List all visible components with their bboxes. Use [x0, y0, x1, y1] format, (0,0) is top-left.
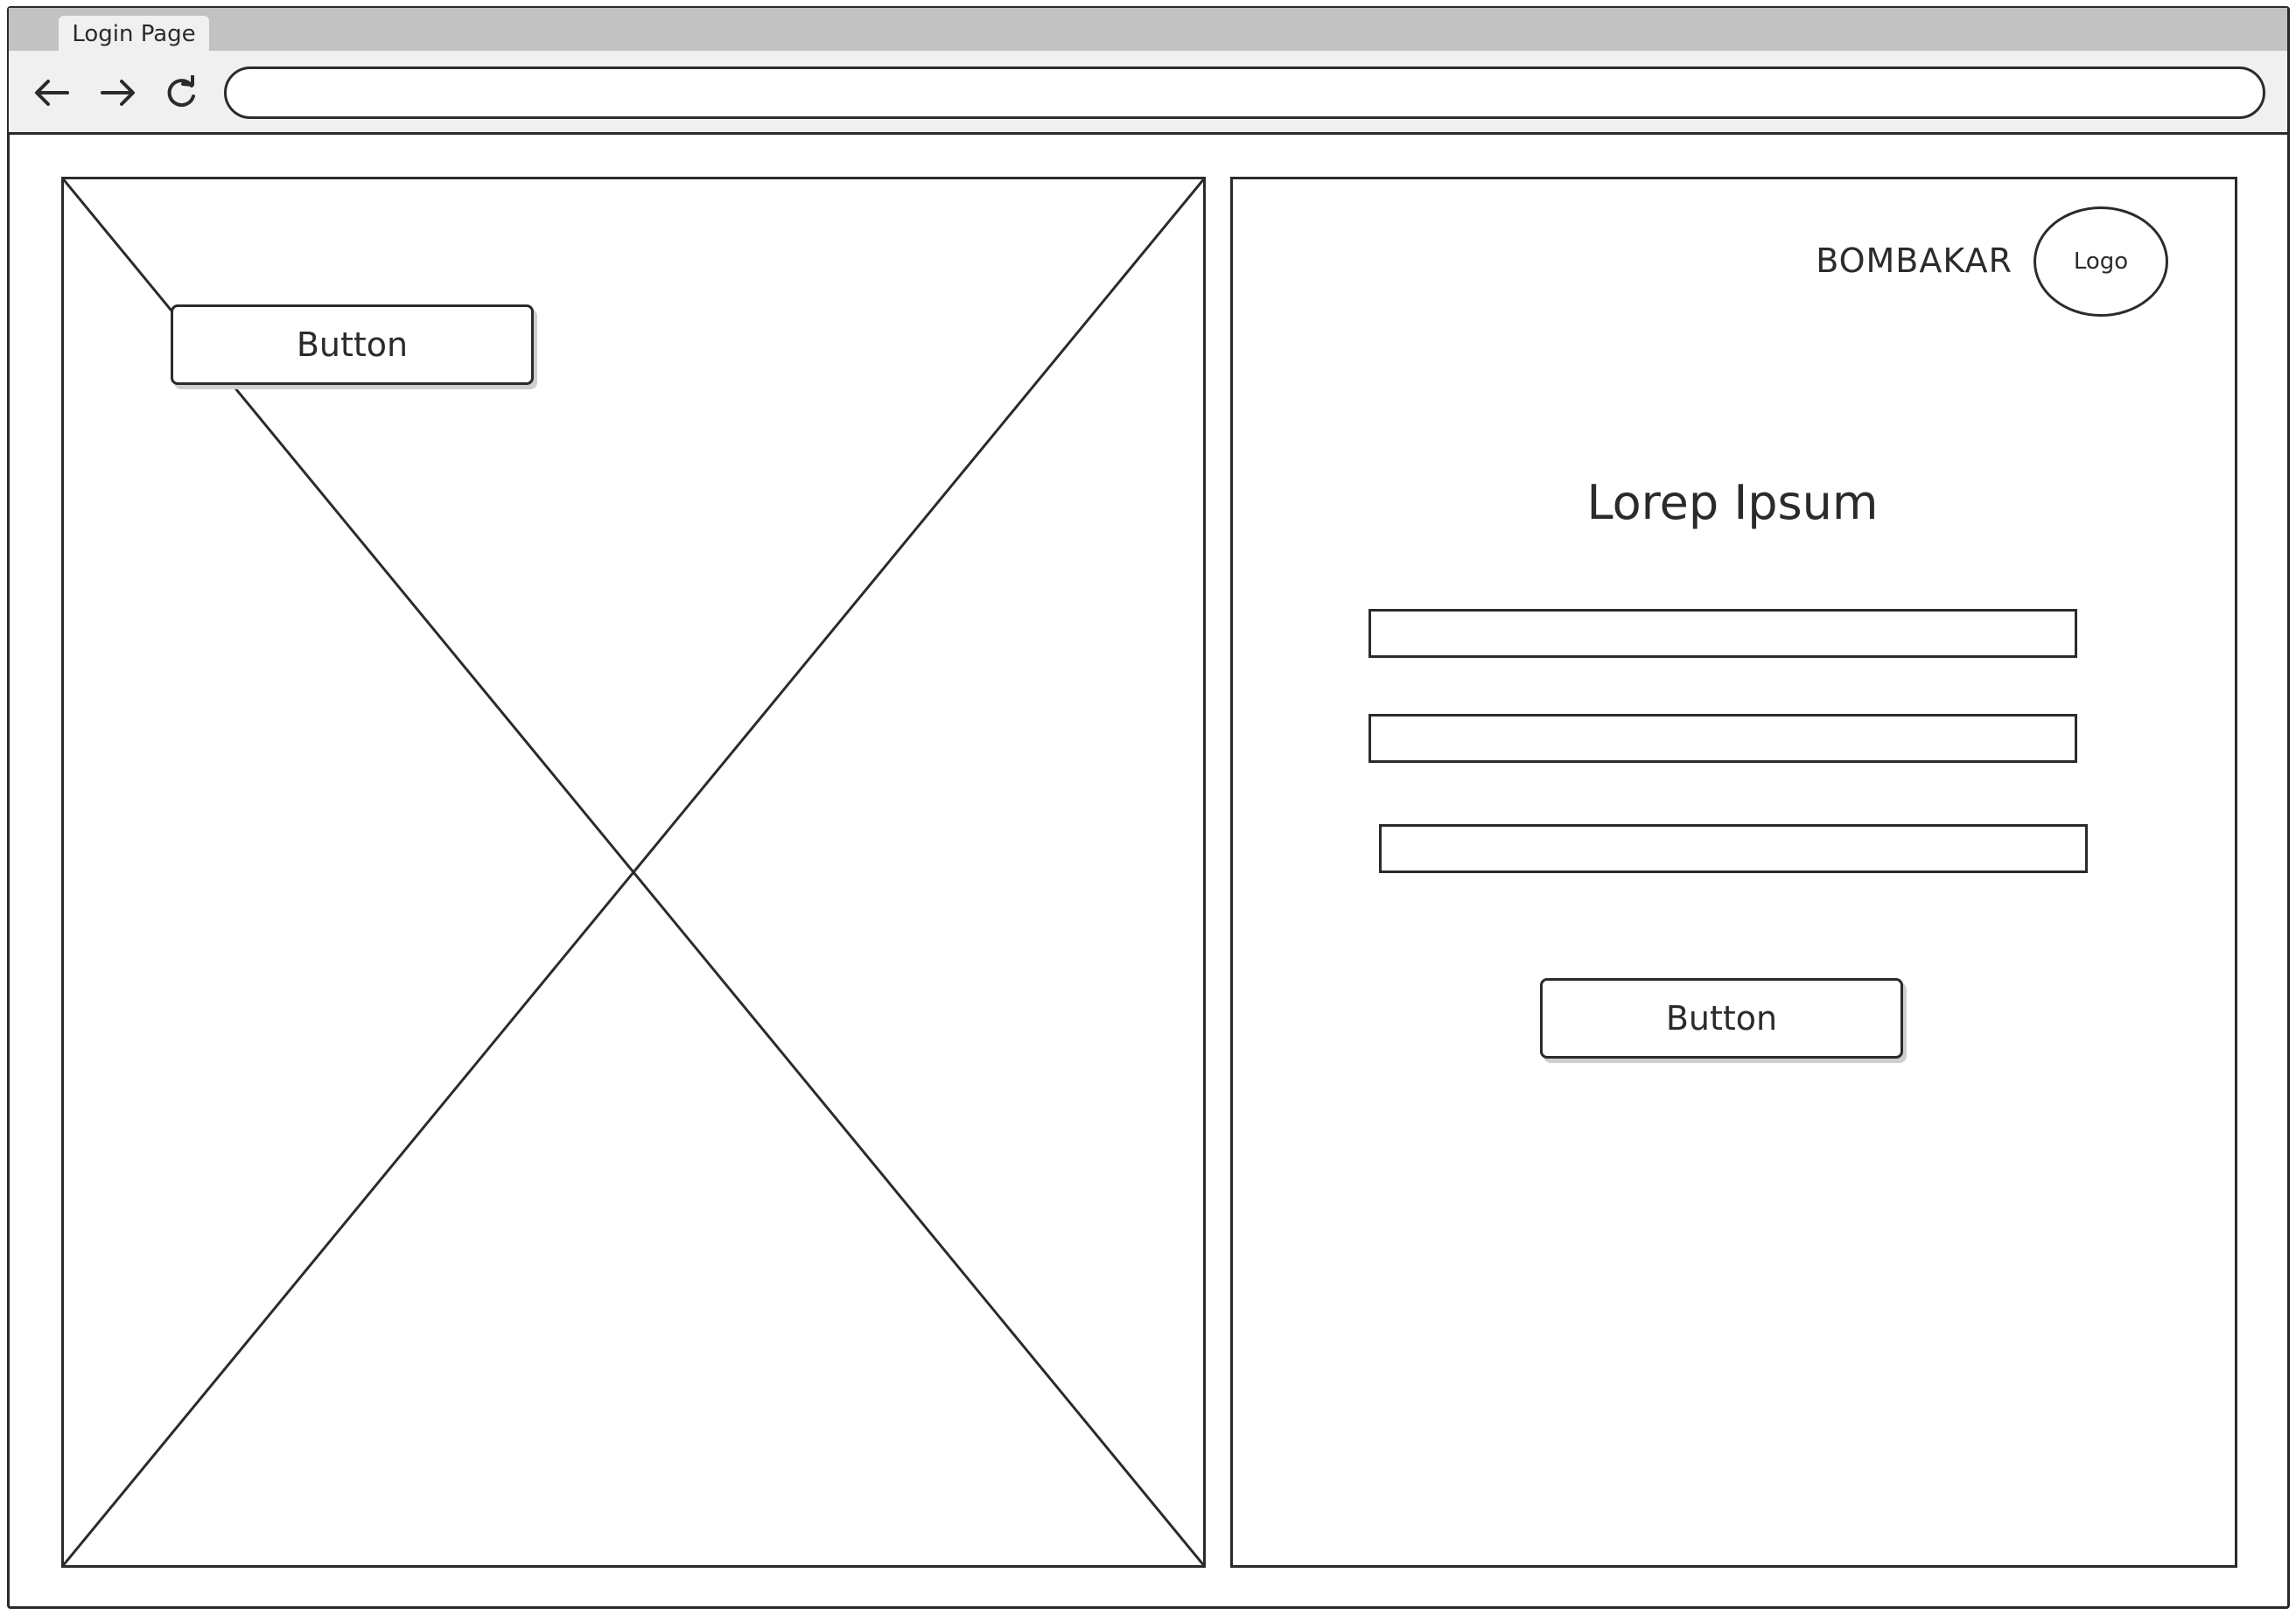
browser-tab[interactable]: Login Page: [59, 16, 209, 52]
image-panel-button[interactable]: Button: [171, 304, 534, 385]
logo: Logo: [2034, 206, 2168, 317]
tab-strip: [9, 8, 2287, 52]
image-placeholder: [61, 177, 1206, 1568]
forward-button[interactable]: [96, 68, 140, 117]
address-bar[interactable]: [224, 66, 2265, 119]
submit-button[interactable]: Button: [1540, 978, 1903, 1059]
reload-button[interactable]: [159, 68, 203, 117]
arrow-left-icon: [35, 80, 69, 106]
login-field-2[interactable]: [1368, 714, 2077, 763]
reload-icon: [167, 75, 195, 108]
back-button[interactable]: [30, 68, 74, 117]
login-field-3[interactable]: [1379, 824, 2088, 873]
page-title: Lorep Ipsum: [1586, 475, 1879, 530]
brand-name: BOMBAKAR: [1816, 241, 2012, 280]
arrow-right-icon: [101, 80, 135, 106]
login-field-1[interactable]: [1368, 609, 2077, 658]
